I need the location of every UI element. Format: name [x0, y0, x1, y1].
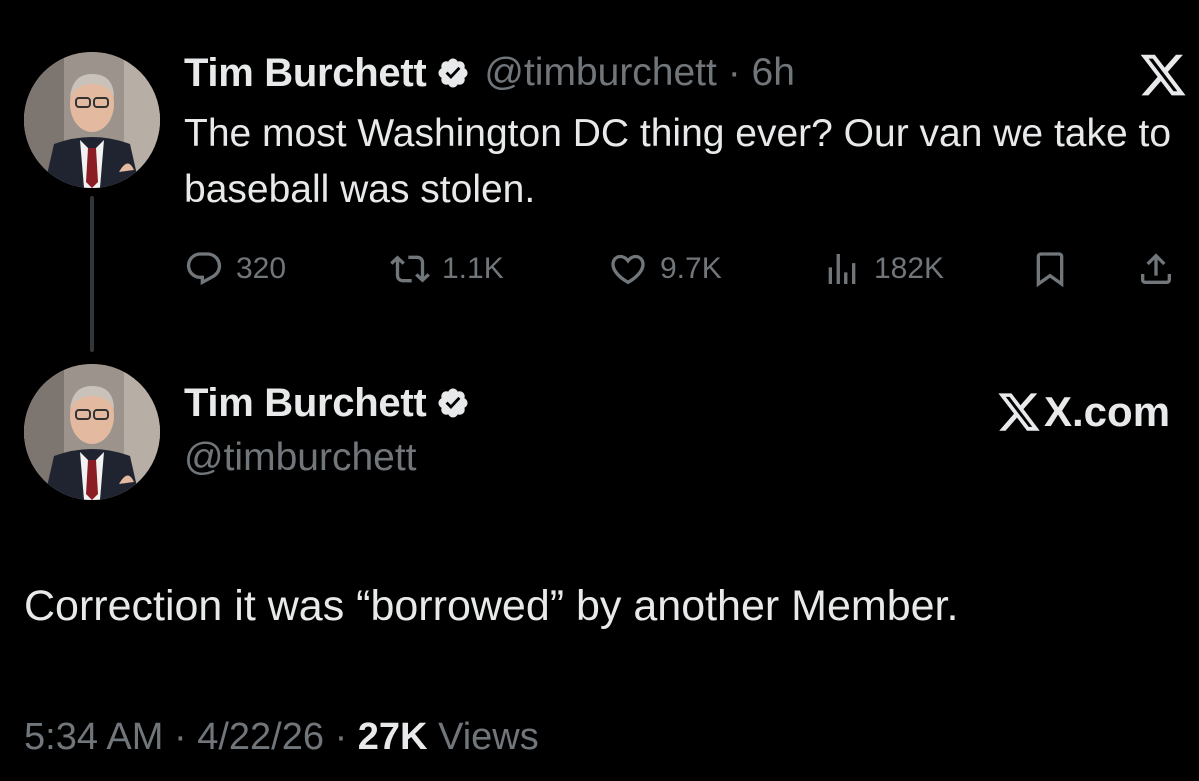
- retweet-count: 1.1K: [442, 252, 504, 285]
- thread-connector-line: [90, 196, 94, 352]
- x-logo-icon: [998, 393, 1040, 431]
- avatar[interactable]: [24, 52, 160, 188]
- views-count: 182K: [874, 252, 945, 285]
- verified-badge-icon: [436, 386, 470, 420]
- verified-badge-icon: [436, 56, 470, 90]
- separator-dot: ·: [173, 716, 187, 758]
- avatar-photo: [24, 364, 160, 500]
- author-name[interactable]: Tim Burchett: [184, 381, 427, 426]
- author-handle[interactable]: @timburchett: [484, 51, 717, 94]
- x-logo-icon[interactable]: [1138, 50, 1188, 100]
- author-handle[interactable]: @timburchett: [184, 436, 417, 480]
- quoted-tweet-text: The most Washington DC thing ever? Our v…: [184, 112, 1172, 211]
- views-icon: [828, 254, 856, 284]
- share-button[interactable]: [1136, 244, 1188, 294]
- avatar-photo: [24, 52, 160, 188]
- time-ago[interactable]: 6h: [752, 51, 795, 94]
- separator-dot: ·: [727, 51, 741, 94]
- share-icon: [1141, 253, 1171, 284]
- like-count: 9.7K: [660, 252, 722, 285]
- like-icon: [611, 254, 645, 285]
- main-tweet-text: Correction it was “borrowed” by another …: [24, 582, 959, 630]
- main-tweet-header: Tim Burchett: [184, 378, 470, 428]
- platform-domain: X.com: [1044, 388, 1171, 435]
- platform-label: X.com: [996, 384, 1170, 440]
- views-label: Views: [438, 716, 539, 758]
- retweet-icon: [390, 255, 430, 283]
- bookmark-button[interactable]: [1030, 244, 1082, 294]
- reply-count: 320: [236, 252, 287, 285]
- views-button[interactable]: 182K: [822, 244, 944, 294]
- reply-icon: [186, 252, 222, 286]
- tweet-date[interactable]: 4/22/26: [197, 716, 324, 758]
- separator-dot: ·: [334, 716, 348, 758]
- quoted-tweet-header: Tim Burchett @timburchett · 6h: [184, 48, 795, 98]
- author-name[interactable]: Tim Burchett: [184, 51, 427, 96]
- bookmark-icon: [1036, 252, 1064, 288]
- like-button[interactable]: 9.7K: [608, 244, 722, 294]
- reply-button[interactable]: 320: [184, 244, 286, 294]
- avatar[interactable]: [24, 364, 160, 500]
- views-total[interactable]: 27K: [358, 716, 428, 758]
- tweet-action-bar: 320 1.1K 9.7K 182K: [184, 244, 1184, 294]
- retweet-button[interactable]: 1.1K: [390, 244, 504, 294]
- tweet-footer: 5:34 AM · 4/22/26 · 27K Views: [24, 716, 539, 759]
- tweet-time[interactable]: 5:34 AM: [24, 716, 163, 758]
